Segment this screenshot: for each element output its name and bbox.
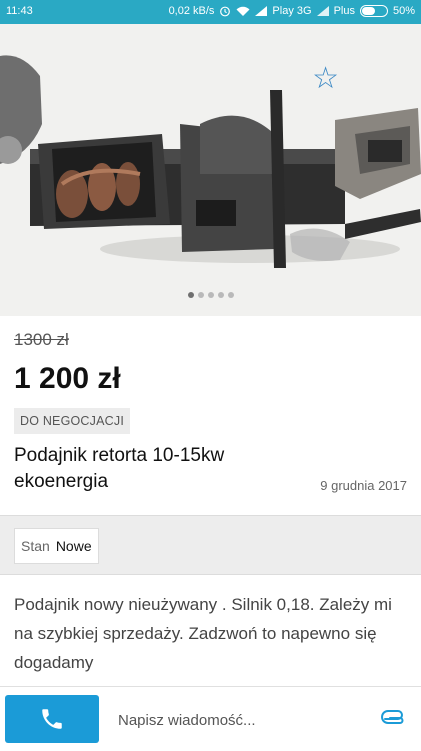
contact-bar: [0, 686, 421, 751]
battery-level: [361, 7, 375, 15]
wifi-icon: [236, 6, 250, 16]
carrier-1: Play 3G: [272, 5, 312, 17]
divider: [0, 515, 421, 516]
network-speed: 0,02 kB/s: [168, 5, 215, 17]
paperclip-icon[interactable]: [381, 709, 407, 729]
alarm-icon: [220, 6, 231, 17]
negotiable-badge: DO NEGOCJACJI: [14, 408, 130, 434]
signal-icon: [316, 6, 329, 16]
star-outline-icon[interactable]: ☆: [312, 64, 339, 94]
condition-value: Nowe: [55, 538, 92, 554]
signal-icon: [255, 6, 268, 16]
battery-icon: [359, 5, 388, 17]
product-image: [0, 24, 421, 316]
call-button[interactable]: [5, 695, 99, 743]
battery-percent: 50%: [392, 5, 415, 17]
product-photo[interactable]: ☆: [0, 24, 421, 316]
gallery-dot[interactable]: [208, 292, 214, 298]
phone-icon: [42, 709, 62, 729]
status-icons: 0,02 kB/s Play 3G Plus 50%: [169, 5, 415, 17]
listing-date: 9 grudnia 2017: [320, 478, 407, 493]
condition-tag: Stan Nowe: [14, 528, 99, 564]
gallery-dot[interactable]: [228, 292, 234, 298]
old-price: 1300 zł: [14, 330, 69, 349]
gallery-dot[interactable]: [188, 292, 194, 298]
carrier-2: Plus: [333, 5, 355, 17]
gallery-dot[interactable]: [198, 292, 204, 298]
listing-description: Podajnik nowy nieużywany . Silnik 0,18. …: [14, 595, 392, 672]
clock: 11:43: [6, 5, 33, 17]
message-input[interactable]: [116, 705, 360, 735]
listing-title: Podajnik retorta 10-15kw ekoenergia: [14, 445, 225, 492]
price: 1 200 zł: [14, 362, 121, 395]
status-bar: 11:43 0,02 kB/s Play 3G Plus 50%: [0, 0, 421, 24]
condition-label: Stan: [21, 538, 50, 554]
gallery-dot[interactable]: [218, 292, 224, 298]
divider: [0, 574, 421, 575]
gallery-pager[interactable]: [188, 292, 234, 298]
